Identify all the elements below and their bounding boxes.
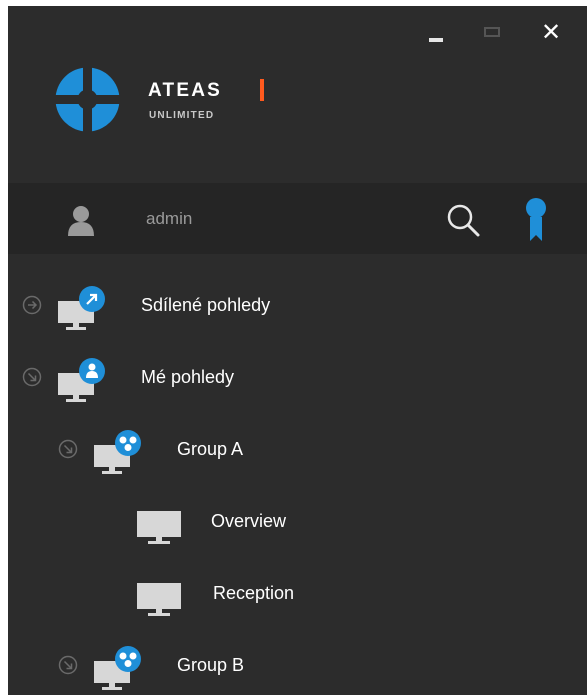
ateas-logo-icon xyxy=(50,62,125,137)
tree-item-overview[interactable]: Overview xyxy=(134,495,576,551)
user-icon xyxy=(68,206,94,236)
app-window: ✕ ATEAS UNLIMITED admin Sdílené pohledy … xyxy=(8,6,587,695)
tree-item-my-views[interactable]: Mé pohledy xyxy=(16,351,576,407)
view-monitor-icon xyxy=(137,511,181,544)
view-monitor-icon xyxy=(137,583,181,616)
minimize-button[interactable] xyxy=(424,20,450,46)
user-bar: admin xyxy=(8,183,587,254)
group-icon xyxy=(94,646,141,690)
tree-item-label: Mé pohledy xyxy=(141,367,235,387)
tree-item-label: Overview xyxy=(211,511,287,531)
award-ribbon-icon[interactable] xyxy=(523,197,549,243)
close-button[interactable]: ✕ xyxy=(538,20,564,46)
brand-accent-bar xyxy=(260,79,264,101)
username: admin xyxy=(146,209,193,228)
tree-item-group-a[interactable]: Group A xyxy=(52,423,576,479)
tree-item-label: Reception xyxy=(213,583,295,603)
expanded-arrow-icon[interactable] xyxy=(22,367,42,387)
tree-item-group-b[interactable]: Group B xyxy=(52,639,576,695)
tree-item-reception[interactable]: Reception xyxy=(134,567,576,623)
brand-name: ATEAS xyxy=(148,80,222,101)
brand-subtitle: UNLIMITED xyxy=(149,110,215,121)
my-views-icon xyxy=(58,358,105,402)
tree-item-label: Group B xyxy=(177,655,245,675)
group-icon xyxy=(94,430,141,474)
maximize-button[interactable] xyxy=(481,20,507,46)
tree-item-shared-views[interactable]: Sdílené pohledy xyxy=(16,279,576,335)
search-icon[interactable] xyxy=(443,201,483,239)
expanded-arrow-icon[interactable] xyxy=(58,655,78,675)
shared-views-icon xyxy=(58,286,105,330)
tree-item-label: Group A xyxy=(177,439,244,459)
tree-item-label: Sdílené pohledy xyxy=(141,295,271,315)
expanded-arrow-icon[interactable] xyxy=(58,439,78,459)
collapsed-arrow-icon[interactable] xyxy=(22,295,42,315)
